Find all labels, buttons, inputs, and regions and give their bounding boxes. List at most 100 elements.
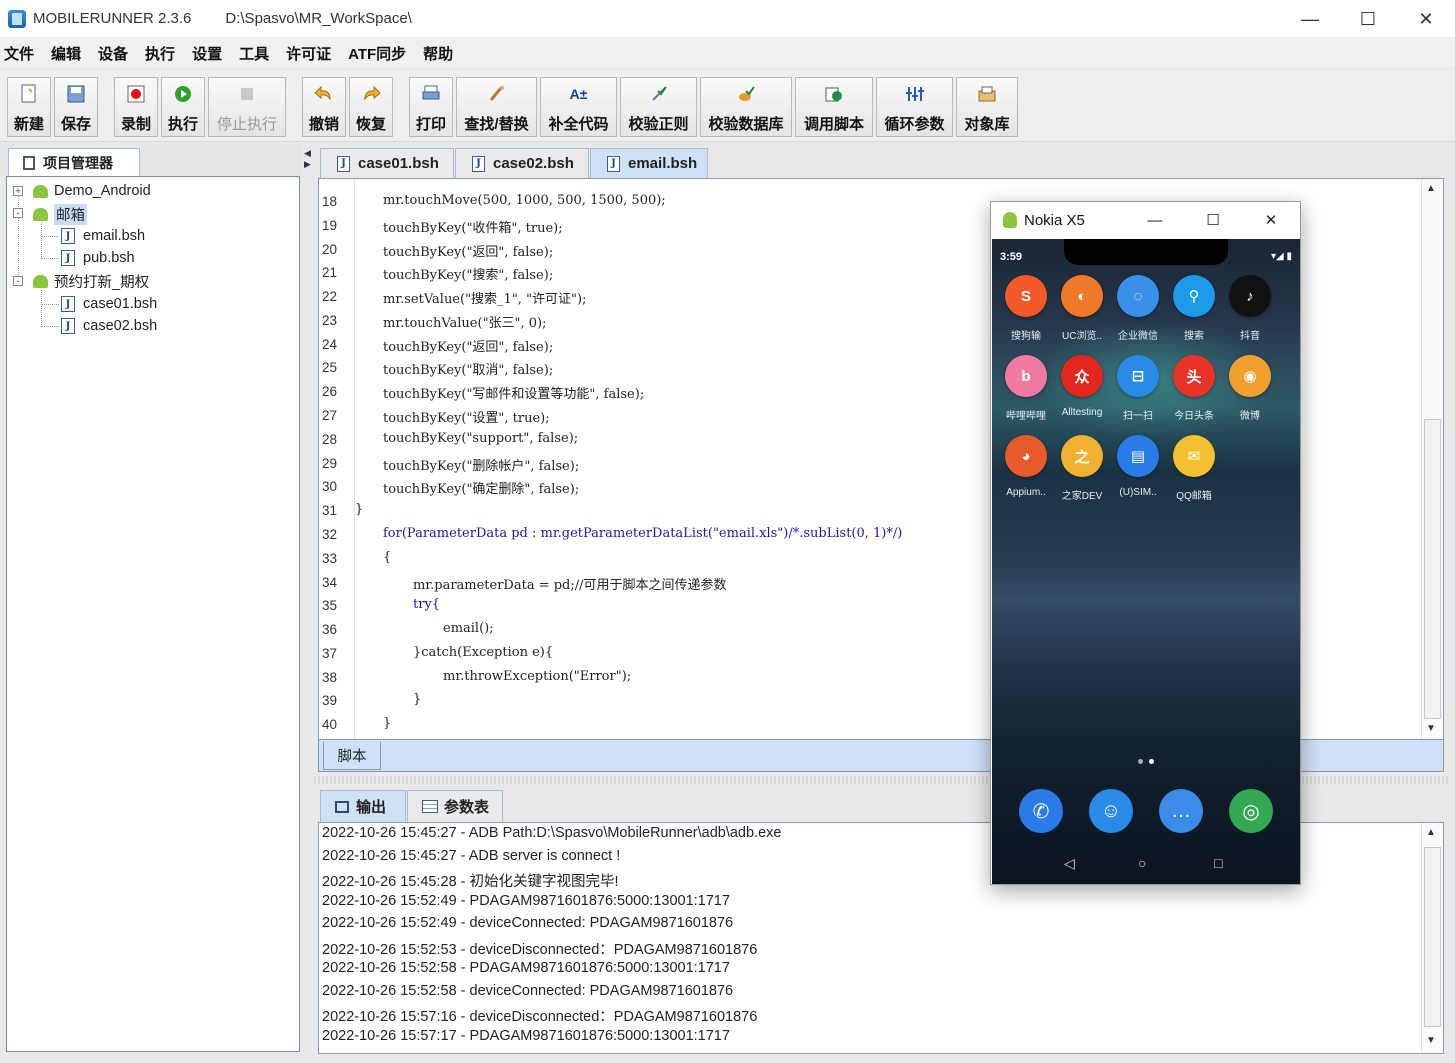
tab-case02[interactable]: J case02.bsh [455, 148, 589, 178]
recent-apps-icon[interactable]: □ [1214, 855, 1222, 871]
android-icon [33, 274, 48, 288]
tree-item-ipo-options[interactable]: 预约打新_期权 [33, 270, 149, 292]
app-icon-6[interactable]: 众 Alltesting [1054, 355, 1110, 418]
device-mirror-window[interactable]: Nokia X5 — ☐ ✕ 3:59 ▾◢ ▮ S 搜狗输 ◐ UC浏览.. ◌ 企业微… [990, 201, 1301, 885]
scroll-down-icon[interactable]: ▼ [1426, 1035, 1436, 1046]
editor-scrollbar[interactable]: ▲ ▼ [1421, 179, 1443, 739]
app-icon-9[interactable]: ◉ 微博 [1222, 355, 1278, 422]
android-icon [1003, 212, 1017, 228]
menu-run[interactable]: 执行 [145, 43, 175, 64]
device-screen[interactable]: 3:59 ▾◢ ▮ S 搜狗输 ◐ UC浏览.. ◌ 企业微信 ⚲ 搜索 ♪ 抖音 b 哔哩哔哩 众 Al… [992, 239, 1300, 884]
chrome-icon[interactable]: ◎ [1229, 789, 1273, 833]
collapse-toggle[interactable]: - [13, 276, 23, 286]
scroll-up-icon[interactable]: ▲ [1426, 183, 1436, 194]
app-icon-7[interactable]: ⊟ 扫一扫 [1110, 355, 1166, 422]
menu-tools[interactable]: 工具 [239, 43, 269, 64]
code-line: { [383, 550, 392, 565]
app-icon-8[interactable]: 头今日头条 [1166, 355, 1222, 422]
phone-icon[interactable]: ✆ [1019, 789, 1063, 833]
autocomplete-icon: A± [569, 86, 588, 102]
redo-button[interactable]: 恢复 [349, 77, 393, 137]
device-close-button[interactable]: ✕ [1242, 202, 1300, 238]
back-icon[interactable]: ◁ [1064, 855, 1075, 872]
tab-email[interactable]: J email.bsh [590, 148, 708, 178]
menu-device[interactable]: 设备 [98, 43, 128, 64]
menu-help[interactable]: 帮助 [423, 43, 453, 64]
new-file-icon [18, 83, 40, 105]
check-regex-button[interactable]: 校验正则 [620, 77, 697, 137]
tab-project-manager[interactable]: 项目管理器 [8, 148, 140, 176]
tree-item-email-bsh[interactable]: J email.bsh [61, 225, 145, 247]
device-maximize-button[interactable]: ☐ [1184, 202, 1242, 238]
app-icon-11[interactable]: 之之家DEV [1054, 435, 1110, 502]
tree-item-case01-bsh[interactable]: J case01.bsh [61, 293, 157, 315]
tab-parameter-table[interactable]: 参数表 [407, 790, 503, 822]
menu-license[interactable]: 许可证 [286, 43, 331, 64]
menu-file[interactable]: 文件 [4, 43, 34, 64]
vertical-splitter[interactable] [302, 144, 312, 1056]
menu-settings[interactable]: 设置 [192, 43, 222, 64]
java-file-icon: J [61, 228, 75, 244]
scroll-thumb[interactable] [1424, 419, 1441, 719]
app-icon-2[interactable]: ◌ 企业微信 [1110, 275, 1166, 342]
new-button[interactable]: 新建 [7, 77, 51, 137]
android-icon [33, 207, 48, 221]
record-button[interactable]: 录制 [114, 77, 158, 137]
print-button[interactable]: 打印 [409, 77, 453, 137]
app-icon-1[interactable]: ◐ UC浏览.. [1054, 275, 1110, 342]
app-icon-13[interactable]: ✉ QQ邮箱 [1166, 435, 1222, 502]
scroll-up-icon[interactable]: ▲ [1426, 827, 1436, 838]
find-replace-button[interactable]: 查找/替换 [456, 77, 537, 137]
tree-item-mailbox[interactable]: 邮箱 [33, 203, 87, 225]
tree-item-pub-bsh[interactable]: J pub.bsh [61, 247, 135, 269]
tree-item-demo-android[interactable]: Demo_Android [33, 180, 151, 202]
tab-output[interactable]: 输出 [320, 790, 406, 822]
code-line: } [383, 716, 392, 731]
app-glyph-icon: ◌ [1117, 275, 1159, 317]
save-button[interactable]: 保存 [54, 77, 98, 137]
menu-atf-sync[interactable]: ATF同步 [348, 43, 406, 64]
app-icon-10[interactable]: ◕ Appium.. [998, 435, 1054, 498]
app-icon-5[interactable]: b 哔哩哔哩 [998, 355, 1054, 422]
app-glyph-icon: ▤ [1117, 435, 1159, 477]
run-button[interactable]: 执行 [161, 77, 205, 137]
loop-params-button[interactable]: 循环参数 [876, 77, 953, 137]
tree-item-case02-bsh[interactable]: J case02.bsh [61, 315, 157, 337]
tab-case01[interactable]: J case01.bsh [320, 148, 454, 178]
project-tree: + Demo_Android - 邮箱 J email.bsh J pub.bs… [6, 176, 300, 1052]
collapse-arrow-icon[interactable]: ◀ ▶ [304, 148, 311, 170]
app-glyph-icon: 之 [1061, 435, 1103, 477]
expand-toggle[interactable]: + [13, 186, 23, 196]
code-line: try{ [413, 597, 441, 612]
app-label: Alltesting [1061, 407, 1103, 418]
output-scrollbar[interactable]: ▲ ▼ [1421, 823, 1443, 1053]
check-db-button[interactable]: 校验数据库 [700, 77, 792, 137]
app-icon-12[interactable]: ▤ (U)SIM.. [1110, 435, 1166, 498]
scroll-down-icon[interactable]: ▼ [1426, 723, 1436, 734]
maximize-button[interactable]: ☐ [1339, 0, 1397, 38]
undo-button[interactable]: 撤销 [302, 77, 346, 137]
tab-script[interactable]: 脚本 [323, 742, 381, 770]
app-label: (U)SIM.. [1119, 487, 1157, 498]
call-script-button[interactable]: 调用脚本 [795, 77, 873, 137]
messages-icon[interactable]: … [1159, 789, 1203, 833]
object-library-button[interactable]: 对象库 [956, 77, 1018, 137]
contacts-icon[interactable]: ☺ [1089, 789, 1133, 833]
minimize-button[interactable]: — [1281, 0, 1339, 38]
menu-edit[interactable]: 编辑 [51, 43, 81, 64]
device-minimize-button[interactable]: — [1126, 202, 1184, 238]
scroll-thumb[interactable] [1424, 847, 1441, 1027]
code-line: touchByKey("搜索", false); [383, 268, 554, 283]
code-line: touchByKey("返回", false); [383, 340, 554, 355]
stop-button[interactable]: 停止执行 [208, 77, 286, 137]
app-icon-4[interactable]: ♪ 抖音 [1222, 275, 1278, 342]
object-library-icon [976, 83, 998, 105]
status-icons: ▾◢ ▮ [1271, 251, 1292, 262]
home-icon[interactable]: ○ [1138, 855, 1146, 871]
app-icon-0[interactable]: S 搜狗输 [998, 275, 1054, 342]
app-logo-icon [8, 9, 26, 28]
collapse-toggle[interactable]: - [13, 208, 23, 218]
complete-code-button[interactable]: A± 补全代码 [540, 77, 617, 137]
app-icon-3[interactable]: ⚲ 搜索 [1166, 275, 1222, 342]
close-button[interactable]: ✕ [1397, 0, 1455, 38]
